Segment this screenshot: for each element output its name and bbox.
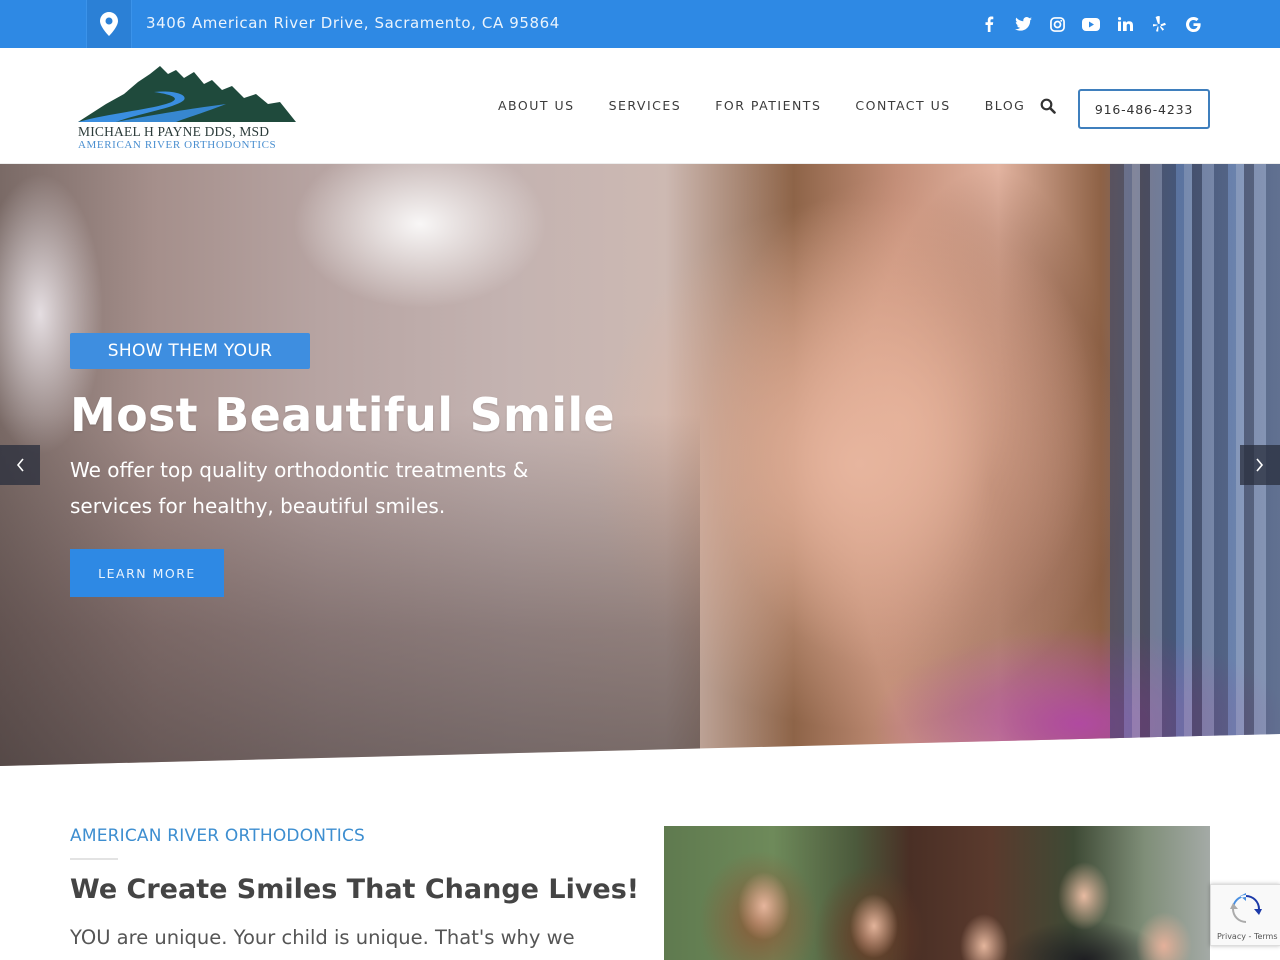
nav-for-patients[interactable]: FOR PATIENTS — [715, 98, 821, 113]
about-eyebrow: AMERICAN RIVER ORTHODONTICS — [70, 826, 366, 846]
about-title: We Create Smiles That Change Lives! — [70, 874, 640, 905]
top-bar: 3406 American River Drive, Sacramento, C… — [0, 0, 1280, 48]
yelp-icon[interactable] — [1142, 12, 1176, 36]
hero-slider: SHOW THEM YOUR Most Beautiful Smile We o… — [0, 164, 1280, 766]
team-photo — [664, 826, 1210, 960]
eyebrow-divider — [70, 858, 118, 860]
site-header: MICHAEL H PAYNE DDS, MSD AMERICAN RIVER … — [0, 48, 1280, 164]
instagram-icon[interactable] — [1040, 12, 1074, 36]
mountain-logo-icon — [78, 66, 296, 122]
chevron-left-icon — [16, 458, 24, 472]
search-button[interactable] — [1040, 98, 1058, 116]
recaptcha-icon — [1230, 893, 1262, 923]
social-links — [972, 12, 1210, 36]
main-nav: ABOUT US SERVICES FOR PATIENTS CONTACT U… — [498, 98, 1059, 113]
logo-practice: AMERICAN RIVER ORTHODONTICS — [78, 139, 277, 151]
google-icon[interactable] — [1176, 12, 1210, 36]
phone-button[interactable]: 916-486-4233 — [1078, 89, 1210, 129]
nav-contact-us[interactable]: CONTACT US — [855, 98, 950, 113]
logo-name: MICHAEL H PAYNE DDS, MSD — [78, 124, 270, 139]
slider-next-button[interactable] — [1240, 445, 1280, 485]
hero-tagline: SHOW THEM YOUR — [70, 333, 310, 369]
hero-title: Most Beautiful Smile — [70, 388, 615, 442]
slider-prev-button[interactable] — [0, 445, 40, 485]
twitter-icon[interactable] — [1006, 12, 1040, 36]
facebook-icon[interactable] — [972, 12, 1006, 36]
recaptcha-privacy-terms[interactable]: Privacy - Terms — [1217, 932, 1278, 941]
learn-more-button[interactable]: LEARN MORE — [70, 549, 224, 597]
search-icon — [1040, 98, 1056, 114]
nav-blog[interactable]: BLOG — [985, 98, 1026, 113]
recaptcha-badge[interactable]: Privacy - Terms — [1210, 884, 1280, 946]
map-pin-icon — [100, 12, 118, 36]
hero-subtitle: We offer top quality orthodontic treatme… — [70, 458, 529, 518]
about-body: YOU are unique. Your child is unique. Th… — [70, 926, 575, 949]
address-text: 3406 American River Drive, Sacramento, C… — [146, 14, 560, 32]
youtube-icon[interactable] — [1074, 12, 1108, 36]
chevron-right-icon — [1256, 458, 1264, 472]
nav-services[interactable]: SERVICES — [609, 98, 682, 113]
linkedin-icon[interactable] — [1108, 12, 1142, 36]
location-icon-box — [86, 0, 132, 48]
logo[interactable]: MICHAEL H PAYNE DDS, MSD AMERICAN RIVER … — [76, 64, 300, 156]
nav-about-us[interactable]: ABOUT US — [498, 98, 575, 113]
